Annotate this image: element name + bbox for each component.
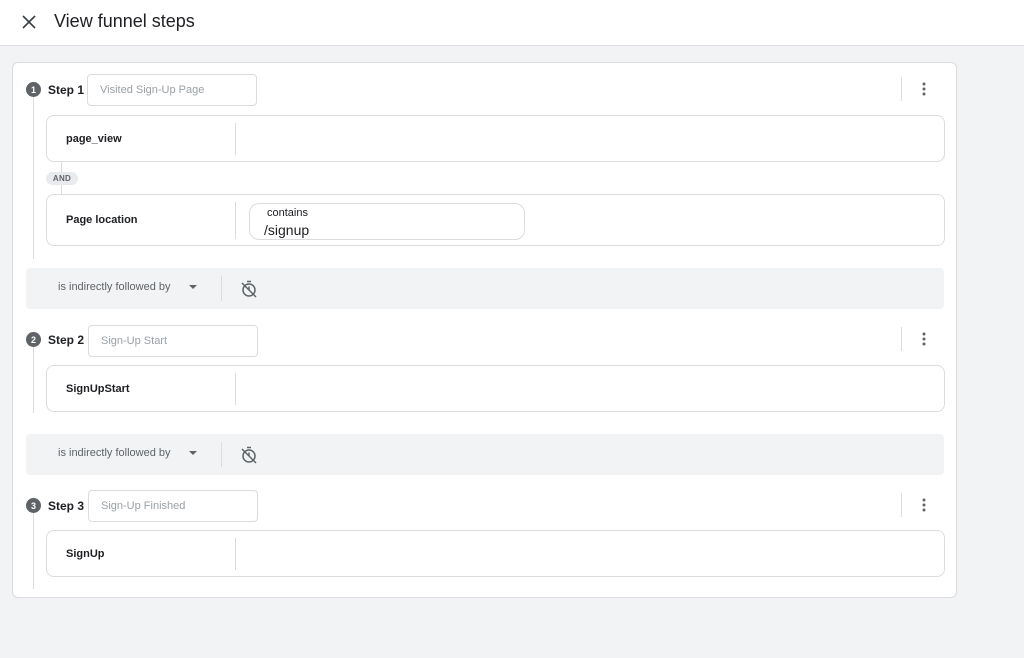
step-3-more-button[interactable] bbox=[914, 493, 934, 517]
step-1-parameter-condition[interactable]: Page location contains /signup bbox=[46, 194, 945, 246]
step-2-event-condition[interactable]: SignUpStart bbox=[46, 365, 945, 412]
step-1-name-input[interactable] bbox=[87, 74, 257, 106]
condition-divider bbox=[235, 202, 236, 239]
step-3-label: Step 3 bbox=[48, 499, 85, 513]
step-3-connector-line bbox=[33, 512, 34, 589]
follow-relation-select-2[interactable]: is indirectly followed by bbox=[58, 447, 197, 459]
parameter-name: Page location bbox=[66, 214, 138, 226]
step-3-event-condition[interactable]: SignUp bbox=[46, 530, 945, 577]
step-1-menu-divider bbox=[901, 77, 902, 101]
page-title: View funnel steps bbox=[54, 11, 195, 31]
more-vert-icon bbox=[922, 332, 926, 346]
step-1-connector-line bbox=[33, 97, 34, 259]
condition-divider bbox=[235, 538, 236, 570]
step-2-name-input[interactable] bbox=[88, 325, 258, 357]
follow-relation-select-1[interactable]: is indirectly followed by bbox=[58, 281, 197, 293]
timer-button-2[interactable] bbox=[239, 445, 259, 465]
match-operator: contains bbox=[267, 207, 308, 219]
timer-button-1[interactable] bbox=[239, 279, 259, 299]
event-name: page_view bbox=[66, 133, 122, 145]
close-icon bbox=[22, 15, 36, 29]
follow-relation-label: is indirectly followed by bbox=[58, 447, 171, 459]
step-3-number-badge: 3 bbox=[26, 498, 41, 513]
event-name: SignUp bbox=[66, 548, 105, 560]
parameter-value-field[interactable]: contains /signup bbox=[249, 203, 525, 240]
step-2-menu-divider bbox=[901, 327, 902, 351]
step-1-number-badge: 1 bbox=[26, 82, 41, 97]
follow-relation-bar-2: is indirectly followed by bbox=[26, 434, 944, 475]
more-vert-icon bbox=[922, 82, 926, 96]
timer-off-icon bbox=[241, 280, 257, 298]
follow-relation-label: is indirectly followed by bbox=[58, 281, 171, 293]
step-1-event-condition[interactable]: page_view bbox=[46, 115, 945, 162]
condition-divider bbox=[235, 123, 236, 155]
step-2-more-button[interactable] bbox=[914, 327, 934, 351]
and-connector-chip: AND bbox=[46, 172, 78, 185]
more-vert-icon bbox=[922, 498, 926, 512]
step-3-menu-divider bbox=[901, 493, 902, 517]
dropdown-arrow-icon bbox=[188, 285, 197, 289]
follow-divider bbox=[221, 442, 222, 467]
step-3-name-input[interactable] bbox=[88, 490, 258, 522]
step-2-number-badge: 2 bbox=[26, 332, 41, 347]
follow-relation-bar-1: is indirectly followed by bbox=[26, 268, 944, 309]
close-button[interactable] bbox=[17, 10, 41, 34]
step-1-label: Step 1 bbox=[48, 83, 85, 97]
dropdown-arrow-icon bbox=[188, 451, 197, 455]
follow-divider bbox=[221, 276, 222, 301]
header-bar: View funnel steps bbox=[0, 0, 1024, 46]
timer-off-icon bbox=[241, 446, 257, 464]
step-2-label: Step 2 bbox=[48, 333, 85, 347]
condition-divider bbox=[235, 373, 236, 405]
funnel-steps-card: 1 Step 1 page_view AND Page location con… bbox=[12, 62, 957, 598]
step-2-connector-line bbox=[33, 347, 34, 413]
match-value: /signup bbox=[264, 222, 310, 238]
event-name: SignUpStart bbox=[66, 383, 130, 395]
step-1-more-button[interactable] bbox=[914, 77, 934, 101]
